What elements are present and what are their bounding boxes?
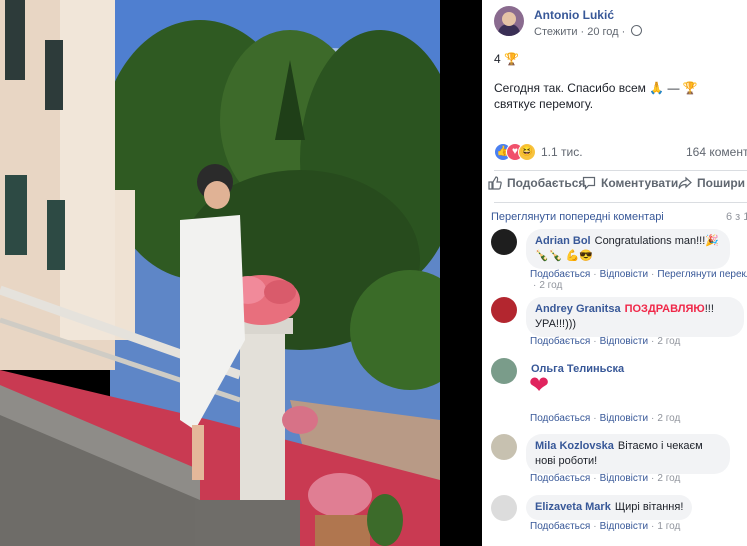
post-photo[interactable] (0, 0, 482, 546)
comment-actions: Подобається · Відповісти · Переглянути перек… (530, 269, 747, 280)
comment-time[interactable]: 2 год (657, 413, 680, 424)
post-meta: Стежити · 20 год · (534, 25, 643, 38)
comments-count[interactable]: 164 комента (686, 145, 747, 159)
comment-icon (582, 176, 596, 190)
meta-separator: · (580, 26, 585, 38)
comment-time-line: · 2 год (533, 280, 563, 291)
commenter-avatar[interactable] (491, 229, 517, 255)
comment-time[interactable]: 2 год (657, 473, 680, 484)
commenter-avatar[interactable] (491, 495, 517, 521)
haha-reaction-icon: 😆 (518, 143, 536, 161)
meta-separator-2: · (621, 26, 626, 38)
comment-time[interactable]: 1 год (657, 521, 680, 532)
post-header: Antonio Lukić Стежити · 20 год · (494, 5, 747, 45)
share-button[interactable]: Пошири (678, 176, 745, 190)
comment-like-link[interactable]: Подобається (530, 269, 590, 280)
comment-bubble: Mila Kozlovska Вітаємо і чекаєм нові робо… (526, 434, 730, 474)
globe-icon (631, 25, 643, 36)
comment-highlight: ПОЗДРАВЛЯЮ (624, 303, 705, 315)
post-time[interactable]: 20 год (587, 26, 618, 38)
commenter-name[interactable]: Andrey Granitsa (535, 303, 621, 315)
comments-pager: 6 з 1 (726, 211, 747, 223)
share-icon (678, 176, 692, 190)
post-count-line: 4 🏆 (494, 52, 519, 66)
commenter-name[interactable]: Adrian Bol (535, 235, 591, 247)
comment-actions: Подобається · Відповісти · 1 год (530, 521, 681, 532)
divider (494, 202, 747, 203)
commenter-name[interactable]: Mila Kozlovska (535, 440, 614, 452)
comment-like-link[interactable]: Подобається (530, 473, 590, 484)
comment-reply-link[interactable]: Відповісти (600, 336, 648, 347)
comment-label: Коментувати (601, 176, 679, 190)
comment-reply-link[interactable]: Відповісти (600, 473, 648, 484)
post-sidebar: Antonio Lukić Стежити · 20 год · 4 🏆 Сегодн… (482, 0, 747, 546)
post-actions: Подобається Коментувати Пошири (488, 176, 747, 196)
thumbs-up-icon (488, 176, 502, 190)
comment-actions: Подобається · Відповісти · 2 год (530, 413, 681, 424)
comment-like-link[interactable]: Подобається (530, 521, 590, 532)
post-caption: Сегодня так. Спасибо всем 🙏 — 🏆 святкує … (494, 81, 698, 111)
comment-reply-link[interactable]: Відповісти (600, 269, 648, 280)
author-name[interactable]: Antonio Lukić (534, 8, 614, 22)
comment-button[interactable]: Коментувати (582, 176, 678, 190)
comment-like-link[interactable]: Подобається (530, 413, 590, 424)
commenter-avatar[interactable] (491, 434, 517, 460)
reactions-bar[interactable]: 👍 ♥ 😆 1.1 тис. 164 комента (494, 143, 747, 161)
comment-actions: Подобається · Відповісти · 2 год (530, 336, 681, 347)
commenter-avatar[interactable] (491, 297, 517, 323)
comment-time[interactable]: 2 год (657, 336, 680, 347)
view-previous-comments[interactable]: Переглянути попередні коментарі (491, 211, 664, 223)
comment-reply-link[interactable]: Відповісти (600, 521, 648, 532)
comment-like-link[interactable]: Подобається (530, 336, 590, 347)
comment-bubble: Adrian Bol Congratulations man!!!🎉 🍾🍾 💪😎 (526, 229, 730, 269)
photo-image (0, 0, 482, 546)
comment-bubble: Andrey Granitsa ПОЗДРАВЛЯЮ!!! УРА!!!))) (526, 297, 744, 337)
like-label: Подобається (507, 176, 586, 190)
comment-reply-link[interactable]: Відповісти (600, 413, 648, 424)
comment-time[interactable]: 2 год (539, 280, 562, 291)
like-button[interactable]: Подобається (488, 176, 585, 190)
comment-bubble: Elizaveta Mark Щирі вітання! (526, 495, 693, 520)
commenter-name[interactable]: Elizaveta Mark (535, 501, 611, 513)
share-label: Пошири (697, 176, 746, 190)
comment-heart: ❤ (529, 372, 550, 399)
commenter-avatar[interactable] (491, 358, 517, 384)
reactions-count[interactable]: 1.1 тис. (541, 145, 583, 159)
see-translation-link[interactable]: Переглянути перекла (657, 269, 747, 280)
comment-actions: Подобається · Відповісти · 2 год (530, 473, 681, 484)
comment-text: Щирі вітання! (614, 501, 684, 513)
divider (494, 170, 747, 171)
follow-link[interactable]: Стежити (534, 26, 578, 38)
author-avatar[interactable] (494, 6, 524, 36)
